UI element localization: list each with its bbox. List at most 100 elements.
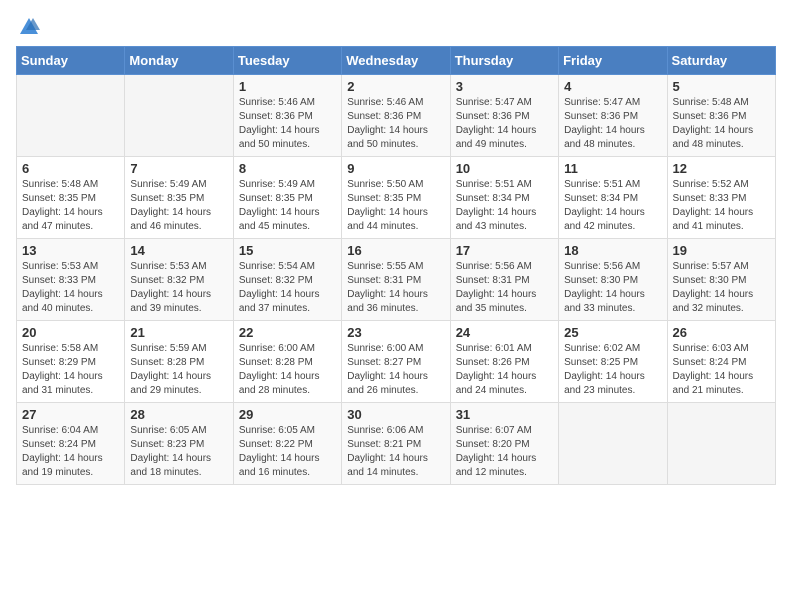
calendar-cell: 28 Sunrise: 6:05 AMSunset: 8:23 PMDayligh… [125,403,233,485]
calendar-cell: 12 Sunrise: 5:52 AMSunset: 8:33 PMDayligh… [667,157,775,239]
cell-sun-info: Sunrise: 6:03 AMSunset: 8:24 PMDaylight:… [673,342,770,398]
day-number: 18 [564,243,661,258]
day-number: 28 [130,407,227,422]
day-number: 5 [673,79,770,94]
calendar-cell: 9 Sunrise: 5:50 AMSunset: 8:35 PMDaylight… [342,157,450,239]
weekday-header: Tuesday [233,47,341,75]
day-number: 8 [239,161,336,176]
calendar-week-row: 13 Sunrise: 5:53 AMSunset: 8:33 PMDayligh… [17,239,776,321]
cell-sun-info: Sunrise: 6:00 AMSunset: 8:28 PMDaylight:… [239,342,336,398]
cell-sun-info: Sunrise: 6:04 AMSunset: 8:24 PMDaylight:… [22,424,119,480]
day-number: 30 [347,407,444,422]
calendar-cell: 13 Sunrise: 5:53 AMSunset: 8:33 PMDayligh… [17,239,125,321]
cell-sun-info: Sunrise: 5:48 AMSunset: 8:35 PMDaylight:… [22,178,119,234]
calendar-week-row: 6Sunrise: 5:48 AMSunset: 8:35 PMDaylight… [17,157,776,239]
day-number: 13 [22,243,119,258]
day-number: 11 [564,161,661,176]
calendar-cell: 11 Sunrise: 5:51 AMSunset: 8:34 PMDayligh… [559,157,667,239]
cell-sun-info: Sunrise: 6:02 AMSunset: 8:25 PMDaylight:… [564,342,661,398]
cell-sun-info: Sunrise: 5:51 AMSunset: 8:34 PMDaylight:… [564,178,661,234]
cell-sun-info: Sunrise: 6:05 AMSunset: 8:22 PMDaylight:… [239,424,336,480]
calendar-cell: 21Sunrise: 5:59 AMSunset: 8:28 PMDayligh… [125,321,233,403]
cell-sun-info: Sunrise: 5:57 AMSunset: 8:30 PMDaylight:… [673,260,770,316]
day-number: 16 [347,243,444,258]
calendar-week-row: 27Sunrise: 6:04 AMSunset: 8:24 PMDayligh… [17,403,776,485]
calendar-cell: 26 Sunrise: 6:03 AMSunset: 8:24 PMDayligh… [667,321,775,403]
calendar-cell: 6Sunrise: 5:48 AMSunset: 8:35 PMDaylight… [17,157,125,239]
calendar-cell: 1 Sunrise: 5:46 AMSunset: 8:36 PMDaylight… [233,75,341,157]
calendar-week-row: 1 Sunrise: 5:46 AMSunset: 8:36 PMDaylight… [17,75,776,157]
day-number: 2 [347,79,444,94]
calendar-cell: 17Sunrise: 5:56 AMSunset: 8:31 PMDayligh… [450,239,558,321]
calendar-cell: 14Sunrise: 5:53 AMSunset: 8:32 PMDayligh… [125,239,233,321]
weekday-header: Monday [125,47,233,75]
weekday-header: Thursday [450,47,558,75]
day-number: 1 [239,79,336,94]
cell-sun-info: Sunrise: 5:47 AMSunset: 8:36 PMDaylight:… [456,96,553,152]
weekday-header: Saturday [667,47,775,75]
calendar-cell: 3 Sunrise: 5:47 AMSunset: 8:36 PMDaylight… [450,75,558,157]
page-header [16,16,776,34]
cell-sun-info: Sunrise: 5:50 AMSunset: 8:35 PMDaylight:… [347,178,444,234]
day-number: 3 [456,79,553,94]
day-number: 22 [239,325,336,340]
calendar-header-row: SundayMondayTuesdayWednesdayThursdayFrid… [17,47,776,75]
calendar-cell: 16 Sunrise: 5:55 AMSunset: 8:31 PMDayligh… [342,239,450,321]
calendar-cell: 8 Sunrise: 5:49 AMSunset: 8:35 PMDaylight… [233,157,341,239]
calendar-cell: 18 Sunrise: 5:56 AMSunset: 8:30 PMDayligh… [559,239,667,321]
cell-sun-info: Sunrise: 6:01 AMSunset: 8:26 PMDaylight:… [456,342,553,398]
cell-sun-info: Sunrise: 5:54 AMSunset: 8:32 PMDaylight:… [239,260,336,316]
day-number: 31 [456,407,553,422]
cell-sun-info: Sunrise: 5:48 AMSunset: 8:36 PMDaylight:… [673,96,770,152]
day-number: 7 [130,161,227,176]
day-number: 26 [673,325,770,340]
calendar-week-row: 20Sunrise: 5:58 AMSunset: 8:29 PMDayligh… [17,321,776,403]
calendar-cell [125,75,233,157]
logo-icon [18,16,40,38]
calendar-cell [17,75,125,157]
day-number: 10 [456,161,553,176]
cell-sun-info: Sunrise: 5:56 AMSunset: 8:31 PMDaylight:… [456,260,553,316]
cell-sun-info: Sunrise: 5:56 AMSunset: 8:30 PMDaylight:… [564,260,661,316]
day-number: 23 [347,325,444,340]
cell-sun-info: Sunrise: 5:52 AMSunset: 8:33 PMDaylight:… [673,178,770,234]
calendar-cell: 10 Sunrise: 5:51 AMSunset: 8:34 PMDayligh… [450,157,558,239]
calendar-cell: 20Sunrise: 5:58 AMSunset: 8:29 PMDayligh… [17,321,125,403]
cell-sun-info: Sunrise: 6:07 AMSunset: 8:20 PMDaylight:… [456,424,553,480]
day-number: 14 [130,243,227,258]
cell-sun-info: Sunrise: 5:46 AMSunset: 8:36 PMDaylight:… [239,96,336,152]
calendar-cell: 30 Sunrise: 6:06 AMSunset: 8:21 PMDayligh… [342,403,450,485]
cell-sun-info: Sunrise: 6:06 AMSunset: 8:21 PMDaylight:… [347,424,444,480]
calendar-cell: 7Sunrise: 5:49 AMSunset: 8:35 PMDaylight… [125,157,233,239]
day-number: 12 [673,161,770,176]
cell-sun-info: Sunrise: 5:47 AMSunset: 8:36 PMDaylight:… [564,96,661,152]
day-number: 25 [564,325,661,340]
day-number: 29 [239,407,336,422]
cell-sun-info: Sunrise: 6:05 AMSunset: 8:23 PMDaylight:… [130,424,227,480]
calendar-cell: 23 Sunrise: 6:00 AMSunset: 8:27 PMDayligh… [342,321,450,403]
cell-sun-info: Sunrise: 5:46 AMSunset: 8:36 PMDaylight:… [347,96,444,152]
cell-sun-info: Sunrise: 5:49 AMSunset: 8:35 PMDaylight:… [239,178,336,234]
weekday-header: Sunday [17,47,125,75]
calendar-table: SundayMondayTuesdayWednesdayThursdayFrid… [16,46,776,485]
calendar-cell: 5 Sunrise: 5:48 AMSunset: 8:36 PMDaylight… [667,75,775,157]
day-number: 15 [239,243,336,258]
day-number: 9 [347,161,444,176]
day-number: 19 [673,243,770,258]
calendar-cell: 31 Sunrise: 6:07 AMSunset: 8:20 PMDayligh… [450,403,558,485]
calendar-cell [559,403,667,485]
calendar-cell: 2 Sunrise: 5:46 AMSunset: 8:36 PMDaylight… [342,75,450,157]
cell-sun-info: Sunrise: 5:51 AMSunset: 8:34 PMDaylight:… [456,178,553,234]
weekday-header: Friday [559,47,667,75]
calendar-cell: 29 Sunrise: 6:05 AMSunset: 8:22 PMDayligh… [233,403,341,485]
calendar-cell: 25 Sunrise: 6:02 AMSunset: 8:25 PMDayligh… [559,321,667,403]
cell-sun-info: Sunrise: 5:53 AMSunset: 8:33 PMDaylight:… [22,260,119,316]
calendar-cell [667,403,775,485]
day-number: 4 [564,79,661,94]
logo [16,16,40,34]
cell-sun-info: Sunrise: 5:59 AMSunset: 8:28 PMDaylight:… [130,342,227,398]
calendar-cell: 27Sunrise: 6:04 AMSunset: 8:24 PMDayligh… [17,403,125,485]
calendar-cell: 4 Sunrise: 5:47 AMSunset: 8:36 PMDaylight… [559,75,667,157]
cell-sun-info: Sunrise: 5:55 AMSunset: 8:31 PMDaylight:… [347,260,444,316]
cell-sun-info: Sunrise: 6:00 AMSunset: 8:27 PMDaylight:… [347,342,444,398]
